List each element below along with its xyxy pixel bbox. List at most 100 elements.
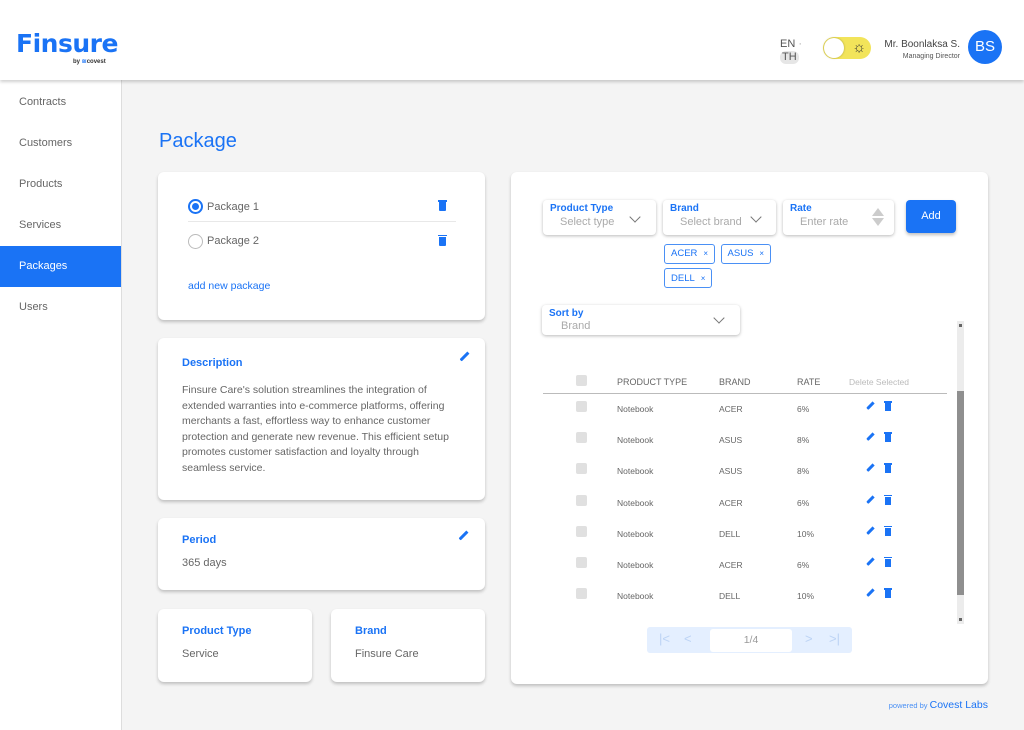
trash-icon[interactable] [884, 556, 892, 567]
cell-brand: ASUS [719, 435, 743, 446]
product-type-select[interactable]: Product Type Select type [543, 200, 656, 235]
rate-placeholder: Enter rate [800, 216, 849, 228]
brand-chip[interactable]: DELL × [664, 268, 713, 288]
rate-input-label: Rate [790, 203, 812, 214]
brand-chip[interactable]: ASUS × [720, 243, 772, 264]
trash-icon[interactable] [884, 401, 892, 411]
first-page-icon[interactable]: |< [659, 631, 670, 646]
header-rate[interactable]: RATE [797, 377, 820, 387]
powered-brand[interactable]: Covest Labs [930, 699, 988, 711]
header-product-type[interactable]: PRODUCT TYPE [617, 377, 687, 387]
next-page-icon[interactable]: > [805, 631, 813, 646]
radio-selected[interactable] [188, 199, 203, 214]
trash-icon[interactable] [884, 525, 892, 536]
row-checkbox[interactable] [576, 588, 587, 600]
page-title: Package [159, 130, 237, 152]
brand-card: Brand Finsure Care [331, 609, 485, 682]
row-checkbox[interactable] [576, 432, 587, 444]
package-item[interactable]: Package 2 [188, 227, 456, 255]
stepper-up-icon[interactable] [872, 208, 884, 216]
scrollbar-thumb[interactable] [957, 391, 964, 595]
rate-stepper[interactable] [872, 208, 884, 226]
sidebar-item-users[interactable]: Users [0, 287, 121, 328]
product-type-placeholder: Select type [560, 216, 615, 228]
chip-label: DELL [671, 272, 695, 284]
sort-by-label: Sort by [549, 308, 584, 319]
cell-rate: 6% [797, 559, 810, 570]
logo-text: Finsure [16, 29, 118, 58]
sidebar-item-products[interactable]: Products [0, 164, 121, 205]
trash-icon[interactable] [884, 588, 892, 599]
edit-pencil-icon[interactable] [865, 589, 875, 599]
cell-brand: ACER [719, 404, 743, 414]
lang-en[interactable]: EN [780, 38, 802, 51]
brand-chip[interactable]: ACER × [664, 243, 716, 264]
stepper-down-icon[interactable] [872, 218, 884, 226]
user-name: Mr. Boonlaksa S. [884, 39, 960, 50]
logo-sub-brand: covest [86, 59, 106, 65]
sidebar-item-packages[interactable]: Packages [0, 246, 121, 287]
finsure-logo[interactable]: Finsure by ≅covest [16, 29, 118, 66]
row-checkbox[interactable] [576, 525, 587, 537]
close-icon[interactable]: × [703, 249, 708, 258]
edit-pencil-icon[interactable] [865, 433, 875, 443]
cell-brand: ACER [719, 497, 743, 508]
prev-page-icon[interactable]: < [684, 631, 692, 646]
edit-pencil-icon[interactable] [458, 531, 468, 541]
sidebar: Contracts Customers Products Services Pa… [0, 80, 122, 730]
brand-placeholder: Select brand [680, 216, 742, 228]
page-indicator[interactable]: 1/4 [710, 629, 792, 652]
add-button[interactable]: Add [906, 200, 956, 233]
edit-pencil-icon[interactable] [865, 496, 875, 506]
sidebar-item-contracts[interactable]: Contracts [0, 80, 121, 123]
add-new-package-link[interactable]: add new package [188, 280, 270, 292]
sort-by-select[interactable]: Sort by Brand [542, 305, 740, 335]
trash-icon[interactable] [884, 463, 892, 474]
radio-unselected[interactable] [188, 233, 203, 249]
cell-product-type: Notebook [617, 497, 654, 508]
lang-th[interactable]: TH [780, 51, 799, 64]
pagination: |< < 1/4 > >| [647, 627, 852, 653]
package-item[interactable]: Package 1 [188, 192, 456, 222]
scroll-up-icon[interactable] [959, 324, 962, 327]
sidebar-item-services[interactable]: Services [0, 205, 121, 246]
table-row: Notebook ASUS 8% [543, 456, 947, 487]
edit-pencil-icon[interactable] [865, 464, 875, 474]
close-icon[interactable]: × [701, 274, 706, 283]
close-icon[interactable]: × [759, 249, 764, 258]
rate-input[interactable]: Rate Enter rate [783, 200, 894, 235]
cell-rate: 6% [797, 497, 810, 508]
trash-icon[interactable] [884, 432, 892, 443]
select-all-checkbox[interactable] [576, 375, 587, 386]
sidebar-item-customers[interactable]: Customers [0, 123, 121, 164]
brand-select[interactable]: Brand Select brand [663, 200, 776, 235]
edit-pencil-icon[interactable] [459, 352, 469, 362]
theme-toggle[interactable]: ☼ [823, 37, 871, 59]
scroll-down-icon[interactable] [959, 618, 962, 621]
row-checkbox[interactable] [576, 401, 587, 412]
trash-icon[interactable] [884, 494, 892, 505]
edit-pencil-icon[interactable] [865, 402, 875, 412]
row-checkbox[interactable] [576, 494, 587, 506]
row-checkbox[interactable] [576, 463, 587, 475]
description-label: Description [182, 357, 243, 369]
brand-label: Brand [355, 625, 387, 637]
avatar[interactable]: BS [968, 30, 1002, 64]
row-checkbox[interactable] [576, 556, 587, 568]
edit-pencil-icon[interactable] [865, 558, 875, 568]
cell-product-type: Notebook [617, 528, 654, 539]
user-role: Managing Director [902, 53, 960, 60]
trash-icon[interactable] [438, 234, 447, 246]
delete-selected-button[interactable]: Delete Selected [849, 377, 909, 387]
user-info: Mr. Boonlaksa S. Managing Director [884, 39, 960, 63]
table-body: Notebook ACER 6% Notebook ASUS 8% Notebook ASUS… [543, 394, 947, 612]
rate-config-card: Product Type Select type Brand Select br… [511, 172, 988, 684]
table-scrollbar[interactable] [957, 321, 964, 624]
period-value: 365 days [182, 557, 227, 569]
header-brand[interactable]: BRAND [719, 377, 751, 387]
brand-select-label: Brand [670, 203, 699, 214]
trash-icon[interactable] [438, 200, 447, 211]
edit-pencil-icon[interactable] [865, 527, 875, 537]
last-page-icon[interactable]: >| [829, 631, 840, 646]
logo-subtitle: by ≅covest [73, 58, 106, 65]
